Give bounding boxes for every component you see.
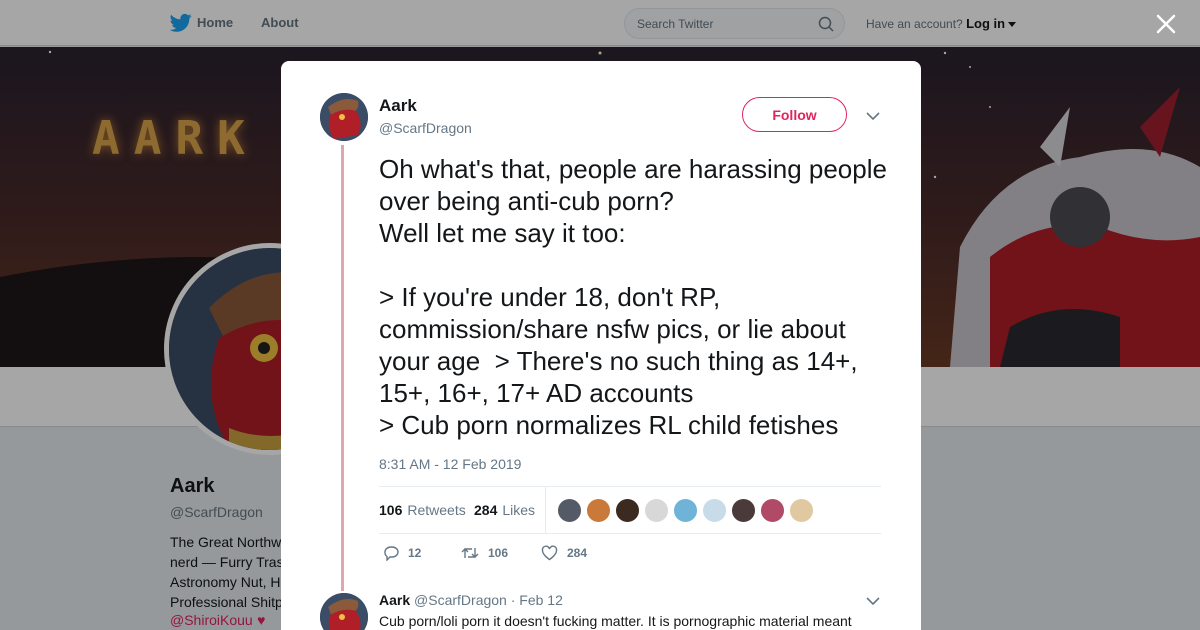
reply-date[interactable]: · Feb 12	[511, 592, 563, 608]
tweet-author-avatar[interactable]	[320, 93, 368, 141]
like-action[interactable]: 284	[541, 545, 587, 561]
reply-text: Cub porn/loli porn it doesn't fucking ma…	[379, 613, 852, 629]
liker-avatar[interactable]	[789, 498, 814, 523]
close-icon[interactable]	[1154, 12, 1178, 36]
retweets-stat[interactable]: 106 Retweets	[379, 502, 466, 518]
dragon-avatar-art	[320, 593, 368, 630]
tweet-author-handle[interactable]: @ScarfDragon	[379, 120, 472, 136]
dragon-avatar-art	[320, 93, 368, 141]
liker-avatar[interactable]	[673, 498, 698, 523]
likes-label: Likes	[502, 502, 536, 518]
tweet-actions: 12 106 284	[379, 545, 881, 565]
liker-avatar[interactable]	[731, 498, 756, 523]
retweet-icon	[461, 548, 479, 558]
chevron-down-icon[interactable]	[866, 111, 880, 121]
tweet-author-name[interactable]: Aark	[379, 96, 417, 116]
liker-avatar[interactable]	[586, 498, 611, 523]
tweet-stats: 106 Retweets 284 Likes	[379, 486, 881, 534]
chevron-down-icon[interactable]	[866, 596, 880, 606]
liker-avatar[interactable]	[760, 498, 785, 523]
liker-avatar[interactable]	[557, 498, 582, 523]
liker-avatar[interactable]	[644, 498, 669, 523]
reply-count: 12	[408, 546, 422, 560]
retweet-action[interactable]: 106	[461, 545, 508, 561]
likes-count: 284	[474, 502, 498, 518]
reply-header: Aark @ScarfDragon · Feb 12	[379, 592, 563, 608]
retweet-action-count: 106	[488, 546, 509, 560]
tweet-text: Oh what's that, people are harassing peo…	[379, 154, 887, 440]
liker-avatar[interactable]	[702, 498, 727, 523]
thread-line	[341, 145, 344, 591]
tweet-modal: Aark @ScarfDragon Follow Oh what's that,…	[281, 61, 921, 630]
reply-author-name[interactable]: Aark	[379, 592, 410, 608]
reply-icon	[384, 546, 399, 561]
heart-icon	[541, 545, 558, 561]
reply-action[interactable]: 12	[383, 545, 421, 561]
retweets-label: Retweets	[407, 502, 466, 518]
like-action-count: 284	[567, 546, 588, 560]
follow-button[interactable]: Follow	[742, 97, 847, 132]
tweet-timestamp[interactable]: 8:31 AM - 12 Feb 2019	[379, 456, 521, 472]
liker-avatar[interactable]	[615, 498, 640, 523]
retweets-count: 106	[379, 502, 403, 518]
likes-stat[interactable]: 284 Likes	[474, 502, 535, 518]
reply-author-avatar[interactable]	[320, 593, 368, 630]
stats-divider	[545, 487, 546, 534]
reply-author-handle[interactable]: @ScarfDragon	[414, 592, 507, 608]
